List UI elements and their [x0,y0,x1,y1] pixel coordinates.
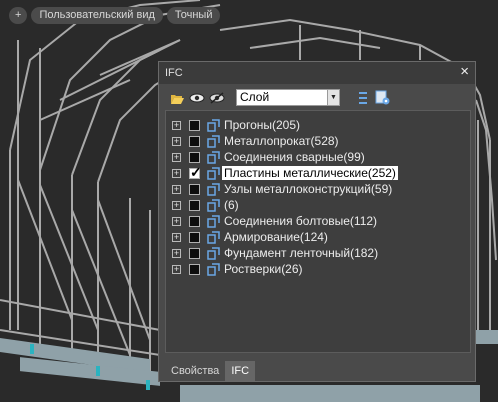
visibility-checkbox[interactable] [189,215,200,227]
tree-row[interactable]: + Узлы металлоконструкций(59) [172,181,392,197]
ifc-node-icon [207,214,220,228]
visibility-checkbox[interactable] [189,263,200,275]
tree-item-label[interactable]: Металлопрокат(528) [224,134,339,148]
expand-icon[interactable]: + [172,152,181,162]
tree-item-label[interactable]: Прогоны(205) [224,118,300,132]
visibility-checkbox-checked[interactable]: ✓ [189,164,202,180]
tree-row[interactable]: + Ростверки(26) [172,261,303,277]
eye-hide-icon[interactable] [209,90,225,106]
tree-row[interactable]: + Прогоны(205) [172,117,300,133]
tree-row[interactable]: + Соединения болтовые(112) [172,213,377,229]
close-icon[interactable]: × [460,63,469,80]
check-icon: ✓ [190,163,202,180]
expand-icon[interactable]: + [172,248,181,258]
ifc-node-icon [207,230,220,244]
tree-item-label[interactable]: Фундамент ленточный(182) [224,246,378,260]
ifc-node-icon [207,150,220,164]
tree-row-selected[interactable]: + ✓ Пластины металлические(252) [172,164,398,181]
tree-item-label[interactable]: Ростверки(26) [224,262,303,276]
tree-item-label[interactable]: (6) [224,198,239,212]
tree-row[interactable]: + Металлопрокат(528) [172,133,339,149]
collapse-list-icon[interactable] [355,90,371,106]
panel-tabs: Свойства IFC [165,361,256,381]
visibility-checkbox[interactable] [189,183,200,195]
visibility-checkbox[interactable] [189,119,200,131]
ifc-node-icon [207,134,220,148]
ifc-node-icon [207,246,220,260]
custom-view-button[interactable]: Пользовательский вид [31,7,163,24]
view-toolbar: + Пользовательский вид Точный [9,7,221,24]
expand-icon[interactable]: + [172,120,181,130]
settings-icon[interactable] [375,90,391,106]
panel-title: IFC [165,67,183,79]
expand-icon[interactable]: + [172,216,181,226]
layer-select-value: Слой [240,90,270,104]
expand-icon[interactable]: + [172,264,181,274]
layer-select[interactable]: Слой ▼ [236,89,340,106]
expand-icon[interactable]: + [172,136,181,146]
expand-icon[interactable]: + [172,168,181,178]
eye-show-icon[interactable] [189,90,205,106]
visibility-checkbox[interactable] [189,231,200,243]
visibility-checkbox[interactable] [189,199,200,211]
add-view-button[interactable]: + [9,7,28,24]
ifc-node-icon [207,198,220,212]
render-mode-button[interactable]: Точный [166,7,221,24]
tree-item-label[interactable]: Пластины металлические(252) [222,166,398,180]
visibility-checkbox[interactable] [189,247,200,259]
ifc-node-icon [207,262,220,276]
panel-titlebar[interactable]: IFC × [159,62,475,84]
expand-icon[interactable]: + [172,200,181,210]
ifc-node-icon [207,118,220,132]
tree-item-label[interactable]: Армирование(124) [224,230,328,244]
ifc-tree: + Прогоны(205) + Металлопрокат(528) + Со… [165,110,471,353]
tab-ifc[interactable]: IFC [225,361,256,381]
tree-item-label[interactable]: Узлы металлоконструкций(59) [224,182,392,196]
tree-item-label[interactable]: Соединения болтовые(112) [224,214,377,228]
tree-row[interactable]: + Армирование(124) [172,229,328,245]
folder-open-icon[interactable] [169,90,185,106]
expand-icon[interactable]: + [172,184,181,194]
expand-icon[interactable]: + [172,232,181,242]
chevron-down-icon[interactable]: ▼ [327,90,339,105]
ifc-node-icon [207,182,220,196]
visibility-checkbox[interactable] [189,151,200,163]
tree-item-label[interactable]: Соединения сварные(99) [224,150,365,164]
ifc-panel: IFC × Слой ▼ + Прогоны(205) + Металлопро… [158,61,476,382]
tab-properties[interactable]: Свойства [165,361,226,381]
ifc-node-icon [207,166,220,180]
visibility-checkbox[interactable] [189,135,200,147]
tree-row[interactable]: + (6) [172,197,239,213]
tree-row[interactable]: + Фундамент ленточный(182) [172,245,378,261]
panel-toolbar: Слой ▼ [167,88,467,108]
